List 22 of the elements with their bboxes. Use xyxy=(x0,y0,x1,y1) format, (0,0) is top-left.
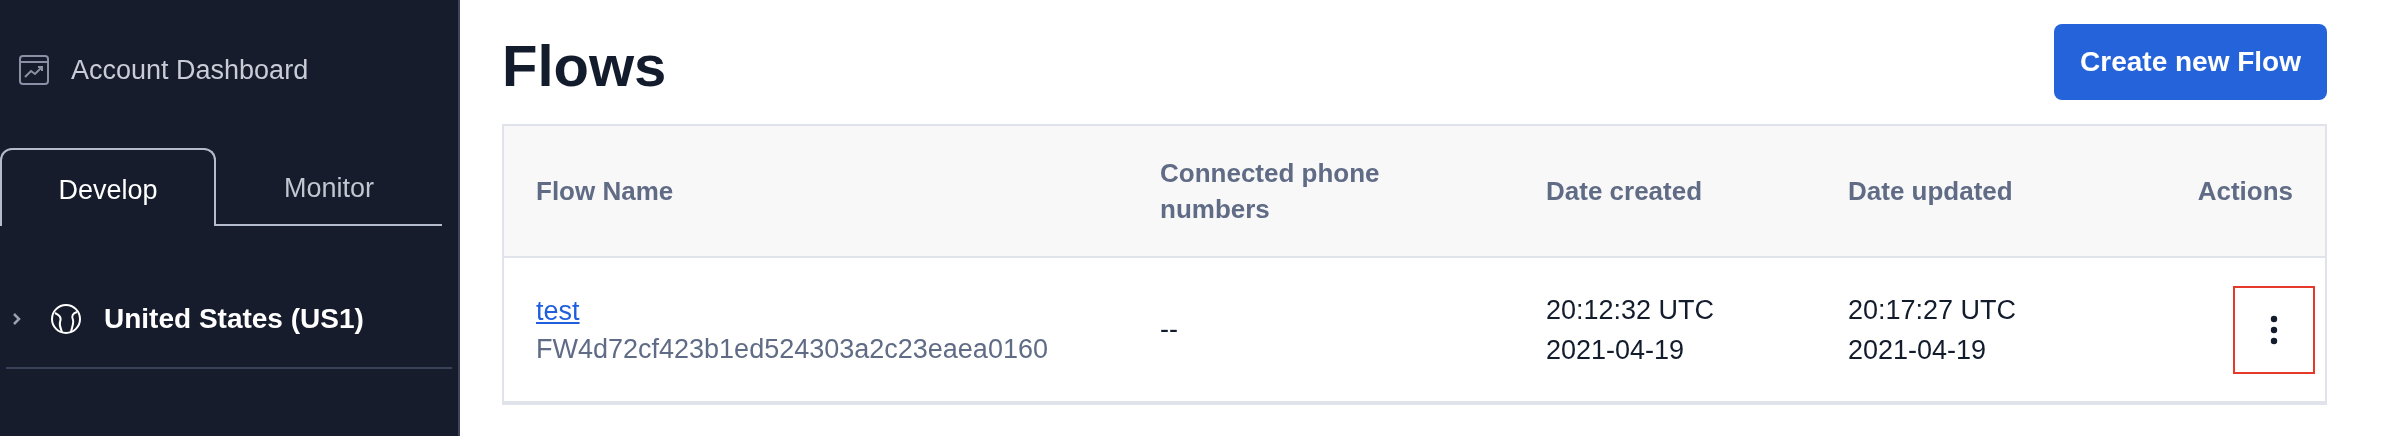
globe-icon xyxy=(50,303,82,335)
sidebar-tab[interactable]: Develop xyxy=(0,148,216,226)
table-cell: -- xyxy=(1160,314,1178,345)
chart-icon xyxy=(19,55,49,85)
column-header: Date updated xyxy=(1848,175,2013,208)
updated-date: 2021-04-19 xyxy=(1848,333,1987,367)
created-time: 20:12:32 UTC xyxy=(1546,293,1715,327)
column-header: Date created xyxy=(1546,175,1703,208)
column-header: Actions xyxy=(2197,175,2293,208)
flow-name-link[interactable]: test xyxy=(536,291,580,330)
dashboard-link[interactable]: Account Dashboard xyxy=(0,55,458,85)
column-header: Flow Name xyxy=(536,175,674,208)
sidebar-tab[interactable]: Monitor xyxy=(216,148,442,226)
region-item[interactable]: United States (US1) xyxy=(0,299,458,339)
updated-time: 20:17:27 UTC xyxy=(1848,293,2017,327)
column-header: Connected phone numbers xyxy=(1160,157,1381,226)
flow-sid: FW4d72cf423b1ed524303a2c23eaea0160 xyxy=(536,332,1049,366)
create-flow-button[interactable]: Create new Flow xyxy=(2054,24,2327,100)
created-date: 2021-04-19 xyxy=(1546,333,1685,367)
more-icon xyxy=(2270,314,2278,345)
page-title: Flows xyxy=(502,32,667,100)
more-actions-button[interactable] xyxy=(2233,285,2315,374)
